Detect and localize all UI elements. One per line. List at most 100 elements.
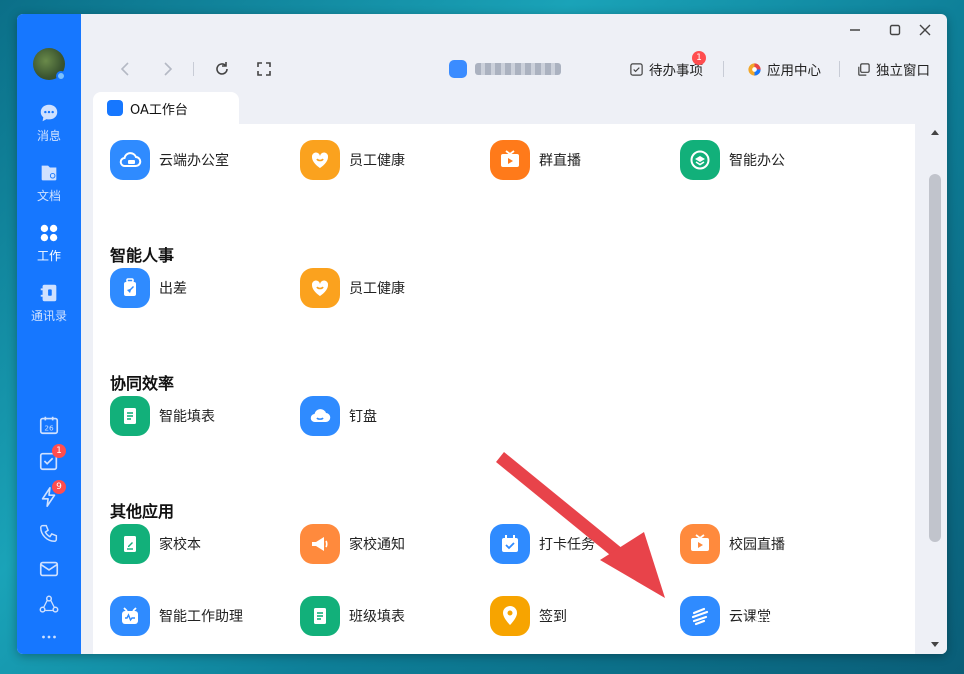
app-smart-work-assistant[interactable]: 智能工作助理 [110, 596, 243, 636]
section-title: 协同效率 [110, 374, 175, 393]
app-label: 钉盘 [349, 409, 377, 425]
app-smart-office[interactable]: 智能办公 [680, 140, 785, 180]
app-label: 智能办公 [729, 153, 785, 169]
app-label: 智能填表 [159, 409, 215, 425]
app-checkin-task[interactable]: 打卡任务 [490, 524, 595, 564]
divider [193, 62, 194, 76]
sidebar-item-messages[interactable]: 消息 [17, 102, 81, 144]
close-icon[interactable] [917, 22, 933, 38]
sidebar-item-label: 工作 [36, 249, 61, 263]
sidebar-item-contacts[interactable]: 通讯录 [17, 282, 81, 324]
refresh-icon[interactable] [213, 60, 231, 78]
document-icon [41, 165, 57, 181]
app-group-live[interactable]: 群直播 [490, 140, 581, 180]
form-icon [110, 396, 150, 436]
lightning-badge: 9 [52, 480, 66, 494]
app-title-area [449, 58, 561, 80]
section-title: 其他应用 [110, 502, 175, 521]
fullscreen-icon[interactable] [255, 60, 273, 78]
robot-icon [110, 596, 150, 636]
status-dot [56, 71, 66, 81]
app-center-label: 应用中心 [767, 63, 821, 79]
app-label: 群直播 [539, 153, 581, 169]
sidebar-item-docs[interactable]: 文档 [17, 162, 81, 204]
sidebar-item-label: 通讯录 [30, 309, 67, 323]
workbench-icon [107, 100, 123, 116]
calendar-check-icon [490, 524, 530, 564]
todo-badge: 1 [692, 51, 706, 65]
phone-icon[interactable] [38, 522, 60, 544]
app-campus-live[interactable]: 校园直播 [680, 524, 785, 564]
app-sign-in[interactable]: 签到 [490, 596, 567, 636]
watermark-brand: Baidu经验 [754, 575, 907, 608]
forward-icon[interactable] [158, 60, 176, 78]
tab-oa-workbench[interactable]: OA工作台 [93, 92, 239, 124]
app-label: 智能工作助理 [159, 609, 243, 625]
standalone-window-label: 独立窗口 [876, 63, 930, 79]
calendar-icon[interactable]: 26 [38, 414, 60, 436]
tab-label: OA工作台 [130, 102, 188, 118]
app-label: 云端办公室 [159, 153, 229, 169]
sidebar-item-label: 文档 [36, 189, 61, 203]
heart-smile-icon [300, 268, 340, 308]
divider [839, 61, 840, 77]
app-window: 消息 文档 工作 通讯录 26 1 9 待办事项 1 应用中心 独立窗口 OA工… [17, 14, 947, 654]
sidebar-item-work[interactable]: 工作 [17, 222, 81, 264]
app-label: 员工健康 [349, 281, 405, 297]
app-label: 出差 [159, 281, 187, 297]
more-icon[interactable] [38, 626, 60, 648]
app-dingpan[interactable]: 钉盘 [300, 396, 377, 436]
tv-live-icon [680, 524, 720, 564]
app-label: 班级填表 [349, 609, 405, 625]
todo-check-icon [630, 62, 643, 76]
smart-office-icon [680, 140, 720, 180]
app-center-icon [748, 62, 761, 76]
suitcase-icon [110, 268, 150, 308]
app-logo-icon [449, 60, 467, 78]
app-employee-health-2[interactable]: 员工健康 [300, 268, 405, 308]
notebook-icon [110, 524, 150, 564]
app-cloud-office[interactable]: 云端办公室 [110, 140, 229, 180]
heart-smile-icon [300, 140, 340, 180]
todo-button[interactable]: 待办事项 1 [629, 51, 706, 79]
blurred-title [475, 63, 561, 75]
app-home-school-book[interactable]: 家校本 [110, 524, 201, 564]
section-title: 智能人事 [110, 246, 175, 265]
back-icon[interactable] [117, 60, 135, 78]
maximize-icon[interactable] [887, 22, 903, 38]
app-employee-health[interactable]: 员工健康 [300, 140, 405, 180]
app-label: 家校通知 [349, 537, 405, 553]
app-label: 家校本 [159, 537, 201, 553]
app-center-button[interactable]: 应用中心 [747, 59, 821, 79]
app-class-form[interactable]: 班级填表 [300, 596, 405, 636]
divider [723, 61, 724, 77]
app-home-school-notice[interactable]: 家校通知 [300, 524, 405, 564]
message-icon [40, 104, 58, 122]
avatar[interactable] [33, 48, 66, 81]
contacts-icon [40, 284, 57, 302]
todo-badge: 1 [52, 444, 66, 458]
scroll-thumb[interactable] [929, 174, 941, 542]
megaphone-icon [300, 524, 340, 564]
scroll-up-icon[interactable] [931, 130, 939, 135]
form-icon [300, 596, 340, 636]
sidebar-item-label: 消息 [36, 129, 61, 143]
tv-live-icon [490, 140, 530, 180]
app-label: 校园直播 [729, 537, 785, 553]
mail-icon[interactable] [38, 558, 60, 580]
minimize-icon[interactable] [847, 22, 863, 38]
standalone-window-button[interactable]: 独立窗口 [856, 59, 930, 79]
share-icon[interactable] [38, 594, 60, 616]
app-smart-form[interactable]: 智能填表 [110, 396, 215, 436]
work-icon [40, 224, 58, 242]
watermark-url: jingyan.baidu.com [754, 612, 865, 626]
app-label: 打卡任务 [539, 537, 595, 553]
watermark: Baidu经验 jingyan.baidu.com [754, 570, 907, 626]
scrollbar[interactable] [924, 124, 947, 654]
app-label: 员工健康 [349, 153, 405, 169]
calendar-date: 26 [44, 424, 54, 433]
cloud-office-icon [110, 140, 150, 180]
location-pin-icon [490, 596, 530, 636]
scroll-down-icon[interactable] [931, 642, 939, 647]
app-business-trip[interactable]: 出差 [110, 268, 187, 308]
